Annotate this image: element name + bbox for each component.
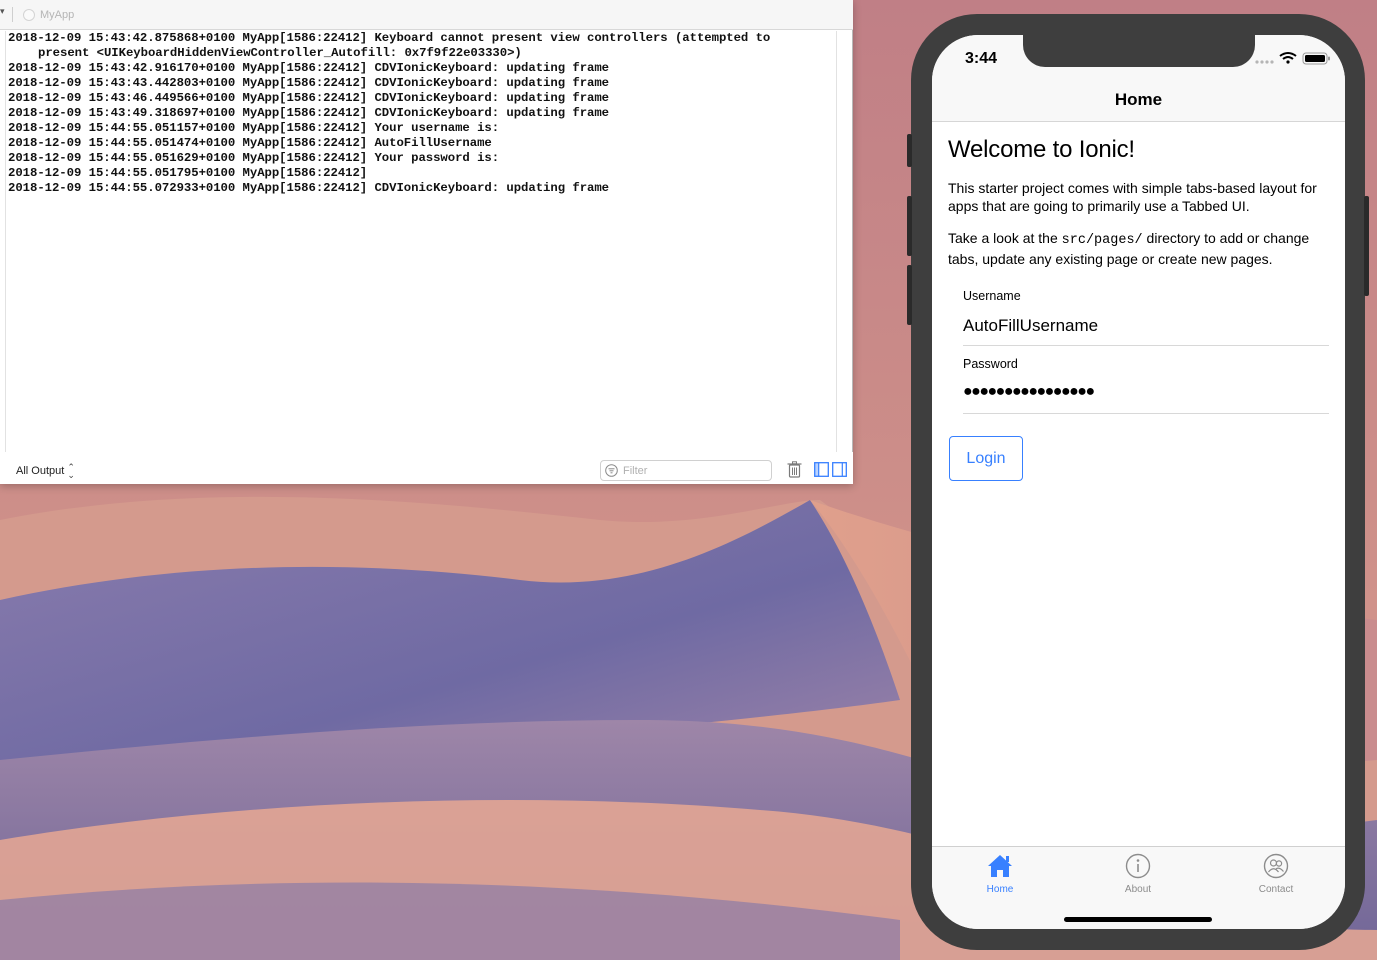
- status-time: 3:44: [965, 50, 998, 67]
- mute-switch: [907, 134, 912, 167]
- username-field[interactable]: Username AutoFillUsername: [963, 289, 1329, 346]
- status-icons: [1255, 52, 1330, 65]
- chevron-updown-icon: ⌃ ⌄: [67, 462, 75, 480]
- tab-label: Home: [986, 884, 1014, 895]
- output-select[interactable]: All Output ⌃ ⌄: [16, 462, 75, 480]
- notch: [1023, 35, 1255, 67]
- password-field[interactable]: Password ●●●●●●●●●●●●●●●●: [963, 357, 1329, 414]
- page-content: Welcome to Ionic! This starter project c…: [948, 122, 1330, 268]
- page-title: Home: [1114, 90, 1163, 109]
- username-input[interactable]: AutoFillUsername: [963, 316, 1329, 336]
- filter-icon: [605, 464, 618, 477]
- welcome-heading: Welcome to Ionic!: [948, 136, 1135, 163]
- username-label: Username: [963, 289, 1021, 303]
- trash-icon[interactable]: [787, 461, 802, 478]
- home-icon: [988, 855, 1012, 877]
- power-button: [1364, 196, 1369, 296]
- filter-field[interactable]: [600, 460, 772, 481]
- log-line: 2018-12-09 15:43:42.916170+0100 MyApp[15…: [8, 61, 610, 75]
- console-footer: All Output ⌃ ⌄: [0, 452, 853, 484]
- panel-left-icon[interactable]: [814, 462, 829, 477]
- volume-down-button: [907, 265, 912, 325]
- log-line: 2018-12-09 15:43:46.449566+0100 MyApp[15…: [8, 91, 610, 105]
- instructions-paragraph: Take a look at the src/pages/ directory …: [948, 229, 1330, 268]
- process-name: MyApp: [40, 9, 75, 21]
- tab-home[interactable]: Home: [950, 853, 1050, 895]
- signal-icon: [1255, 60, 1274, 64]
- tab-about[interactable]: About: [1088, 853, 1188, 895]
- console-header: ▾ MyApp: [0, 0, 853, 30]
- info-icon: [1125, 853, 1151, 879]
- tab-contact[interactable]: Contact: [1226, 853, 1326, 895]
- divider: [12, 7, 13, 22]
- log-line: 2018-12-09 15:43:49.318697+0100 MyApp[15…: [8, 106, 610, 120]
- password-input[interactable]: ●●●●●●●●●●●●●●●●: [963, 383, 1329, 401]
- home-indicator[interactable]: [1064, 917, 1212, 922]
- login-button[interactable]: Login: [949, 436, 1023, 481]
- console-log[interactable]: 2018-12-09 15:43:42.875868+0100 MyApp[15…: [5, 31, 837, 452]
- battery-icon: [1302, 52, 1330, 65]
- tab-label: About: [1124, 884, 1152, 895]
- log-line: 2018-12-09 15:44:55.072933+0100 MyApp[15…: [8, 181, 610, 195]
- debug-console-window: ▾ MyApp 2018-12-09 15:43:42.875868+0100 …: [0, 0, 853, 484]
- log-line: 2018-12-09 15:44:55.051795+0100 MyApp[15…: [8, 166, 368, 180]
- tab-label: Contact: [1258, 884, 1294, 895]
- volume-up-button: [907, 196, 912, 256]
- code-path: src/pages/: [1061, 233, 1143, 248]
- log-line: 2018-12-09 15:43:43.442803+0100 MyApp[15…: [8, 76, 610, 90]
- password-label: Password: [963, 357, 1018, 371]
- wifi-icon: [1279, 52, 1297, 64]
- contacts-icon: [1263, 853, 1289, 879]
- log-line: 2018-12-09 15:43:42.875868+0100 MyApp[15…: [8, 31, 771, 45]
- log-line: 2018-12-09 15:44:55.051629+0100 MyApp[15…: [8, 151, 500, 165]
- app-icon: [23, 9, 35, 21]
- log-line: 2018-12-09 15:44:55.051157+0100 MyApp[15…: [8, 121, 500, 135]
- phone-screen: Home 3:44 Welcome to Ionic! This starter…: [932, 35, 1345, 929]
- output-select-label: All Output: [16, 465, 65, 477]
- intro-paragraph: This starter project comes with simple t…: [948, 180, 1317, 214]
- filter-input[interactable]: [623, 464, 763, 477]
- log-line: 2018-12-09 15:44:55.051474+0100 MyApp[15…: [8, 136, 492, 150]
- instructions-text: Take a look at the: [948, 230, 1062, 246]
- panel-right-icon[interactable]: [832, 462, 847, 477]
- log-line: present <UIKeyboardHiddenViewController_…: [38, 46, 522, 60]
- collapse-caret-icon[interactable]: ▾: [0, 6, 5, 17]
